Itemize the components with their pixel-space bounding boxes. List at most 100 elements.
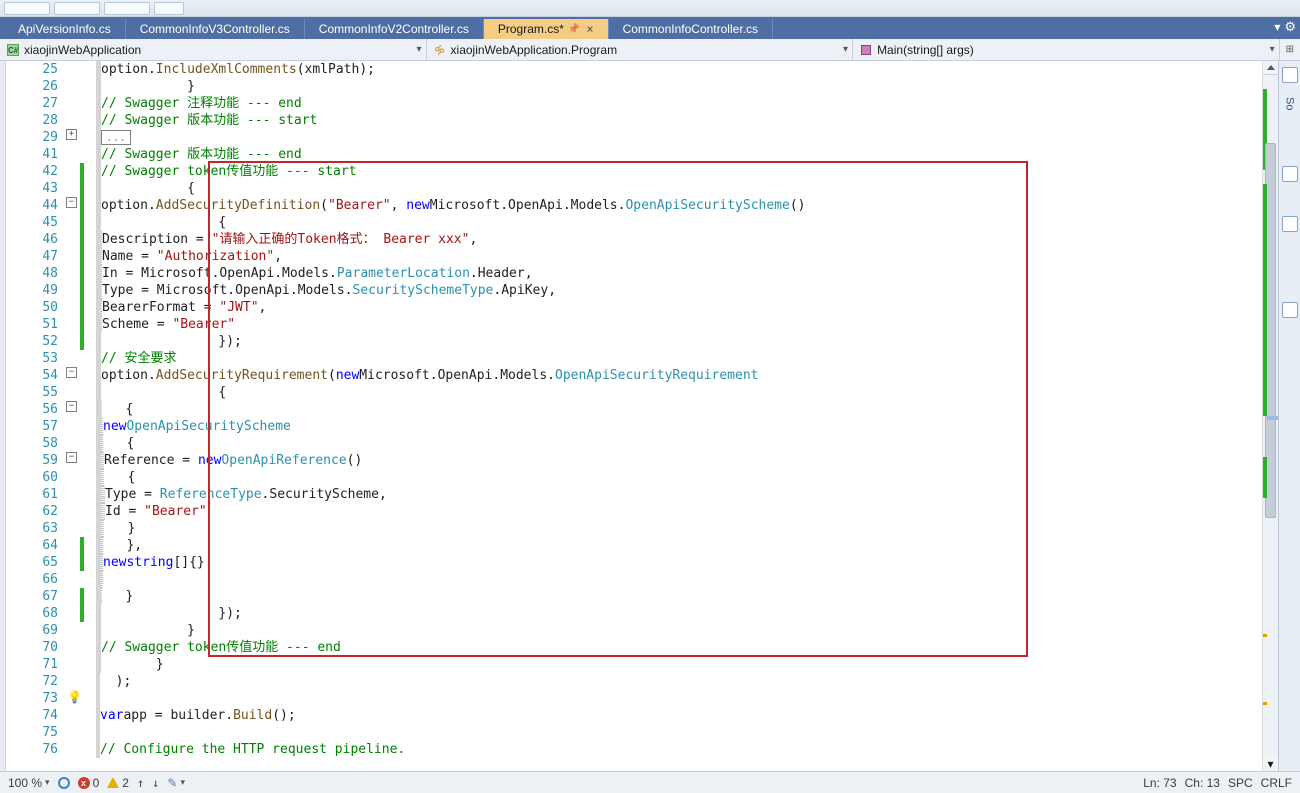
warning-count[interactable]: 2: [107, 776, 129, 790]
code-line[interactable]: Scheme = "Bearer": [96, 316, 1262, 333]
code-line[interactable]: },: [96, 537, 1262, 554]
code-line[interactable]: {: [96, 401, 1262, 418]
gutter-row[interactable]: 42: [6, 163, 96, 180]
nav-up-icon[interactable]: ↑: [137, 776, 144, 790]
nav-split-button[interactable]: ⊞: [1280, 39, 1300, 60]
gear-icon[interactable]: ⚙: [1284, 19, 1296, 35]
code-line[interactable]: option.AddSecurityDefinition("Bearer", n…: [96, 197, 1262, 214]
toolbar-control[interactable]: [4, 2, 50, 15]
caret-line[interactable]: Ln: 73: [1143, 776, 1176, 790]
gutter-row[interactable]: 70: [6, 639, 96, 656]
line-ending[interactable]: CRLF: [1261, 776, 1292, 790]
code-line[interactable]: In = Microsoft.OpenApi.Models.ParameterL…: [96, 265, 1262, 282]
gutter-row[interactable]: 45: [6, 214, 96, 231]
gutter-row[interactable]: 69: [6, 622, 96, 639]
toolwindow-icon[interactable]: [1282, 216, 1298, 232]
error-count[interactable]: x0: [78, 776, 100, 790]
toolwindow-icon[interactable]: [1282, 67, 1298, 83]
gutter-row[interactable]: 55: [6, 384, 96, 401]
code-line[interactable]: }: [96, 78, 1262, 95]
scroll-arrow-down-icon[interactable]: ▾: [1263, 757, 1278, 771]
code-line[interactable]: Id = "Bearer": [96, 503, 1262, 520]
code-line[interactable]: var app = builder.Build();: [96, 707, 1262, 724]
gutter-row[interactable]: 46: [6, 231, 96, 248]
gutter-row[interactable]: 25: [6, 61, 96, 78]
code-line[interactable]: }: [96, 588, 1262, 605]
gutter-row[interactable]: 50: [6, 299, 96, 316]
tab-overflow-icon[interactable]: ▾: [1274, 20, 1280, 34]
gutter-row[interactable]: 56−: [6, 401, 96, 418]
code-line[interactable]: option.IncludeXmlComments(xmlPath);: [96, 61, 1262, 78]
code-line[interactable]: }: [96, 622, 1262, 639]
gutter-row[interactable]: 48: [6, 265, 96, 282]
code-line[interactable]: });: [96, 605, 1262, 622]
code-line[interactable]: // 安全要求: [96, 350, 1262, 367]
file-tab-apiversioninfo[interactable]: ApiVersionInfo.cs: [4, 19, 126, 39]
code-line[interactable]: ...: [96, 129, 1262, 146]
gutter-row[interactable]: 58: [6, 435, 96, 452]
code-line[interactable]: [96, 724, 1262, 741]
nav-member-dropdown[interactable]: Main(string[] args) ▾: [853, 39, 1280, 60]
gutter-row[interactable]: 59−: [6, 452, 96, 469]
gutter-row[interactable]: 52: [6, 333, 96, 350]
scrollbar-track[interactable]: [1263, 75, 1278, 757]
overview-ruler[interactable]: ▾: [1262, 61, 1278, 771]
code-line[interactable]: Type = Microsoft.OpenApi.Models.Security…: [96, 282, 1262, 299]
code-line[interactable]: }: [96, 656, 1262, 673]
health-indicator[interactable]: [58, 777, 70, 789]
gutter-row[interactable]: 27: [6, 95, 96, 112]
fold-toggle-icon[interactable]: +: [66, 129, 77, 140]
zoom-selector[interactable]: 100 % ▾: [8, 776, 50, 790]
gutter-row[interactable]: 67: [6, 588, 96, 605]
pen-icon[interactable]: ✎: [167, 776, 177, 790]
file-tab-commoninfov3[interactable]: CommonInfoV3Controller.cs: [126, 19, 305, 39]
fold-toggle-icon[interactable]: −: [66, 452, 77, 463]
gutter-row[interactable]: 74: [6, 707, 96, 724]
code-line[interactable]: // Swagger 版本功能 --- end: [96, 146, 1262, 163]
code-line[interactable]: new string[]{}: [96, 554, 1262, 571]
code-line[interactable]: new OpenApiSecurityScheme: [96, 418, 1262, 435]
nav-down-icon[interactable]: ↓: [152, 776, 159, 790]
code-line[interactable]: {: [96, 435, 1262, 452]
toolbar-control[interactable]: [154, 2, 184, 15]
collapsed-region[interactable]: ...: [101, 130, 131, 145]
gutter-row[interactable]: 66: [6, 571, 96, 588]
gutter-row[interactable]: 61: [6, 486, 96, 503]
close-icon[interactable]: ×: [586, 22, 593, 36]
line-number-gutter[interactable]: 2526272829+41424344−45464748495051525354…: [6, 61, 96, 771]
gutter-row[interactable]: 64: [6, 537, 96, 554]
code-line[interactable]: // Configure the HTTP request pipeline.: [96, 741, 1262, 758]
gutter-row[interactable]: 63: [6, 520, 96, 537]
pin-icon[interactable]: 📌: [568, 24, 580, 35]
split-grip-icon[interactable]: [1263, 61, 1278, 75]
code-line[interactable]: {: [96, 469, 1262, 486]
code-line[interactable]: // Swagger 注释功能 --- end: [96, 95, 1262, 112]
code-line[interactable]: Description = "请输入正确的Token格式： Bearer xxx…: [96, 231, 1262, 248]
fold-toggle-icon[interactable]: −: [66, 401, 77, 412]
toolwindow-icon[interactable]: [1282, 166, 1298, 182]
gutter-row[interactable]: 54−: [6, 367, 96, 384]
code-line[interactable]: [96, 571, 1262, 588]
code-line[interactable]: Name = "Authorization",: [96, 248, 1262, 265]
code-line[interactable]: });: [96, 333, 1262, 350]
gutter-row[interactable]: 57: [6, 418, 96, 435]
gutter-row[interactable]: 60: [6, 469, 96, 486]
gutter-row[interactable]: 51: [6, 316, 96, 333]
code-line[interactable]: }: [96, 520, 1262, 537]
code-surface[interactable]: option.IncludeXmlComments(xmlPath); } //…: [96, 61, 1262, 771]
code-line[interactable]: {: [96, 214, 1262, 231]
gutter-row[interactable]: 75: [6, 724, 96, 741]
code-line[interactable]: Reference = new OpenApiReference(): [96, 452, 1262, 469]
file-tab-commoninfov2[interactable]: CommonInfoV2Controller.cs: [305, 19, 484, 39]
code-line[interactable]: {: [96, 180, 1262, 197]
gutter-row[interactable]: 73💡: [6, 690, 96, 707]
gutter-row[interactable]: 62: [6, 503, 96, 520]
code-line[interactable]: BearerFormat = "JWT",: [96, 299, 1262, 316]
code-line[interactable]: // Swagger token传值功能 --- start: [96, 163, 1262, 180]
nav-class-dropdown[interactable]: 🝰 xiaojinWebApplication.Program ▾: [427, 39, 854, 60]
gutter-row[interactable]: 29+: [6, 129, 96, 146]
code-line[interactable]: // Swagger token传值功能 --- end: [96, 639, 1262, 656]
gutter-row[interactable]: 47: [6, 248, 96, 265]
gutter-row[interactable]: 41: [6, 146, 96, 163]
toolbar-control[interactable]: [54, 2, 100, 15]
